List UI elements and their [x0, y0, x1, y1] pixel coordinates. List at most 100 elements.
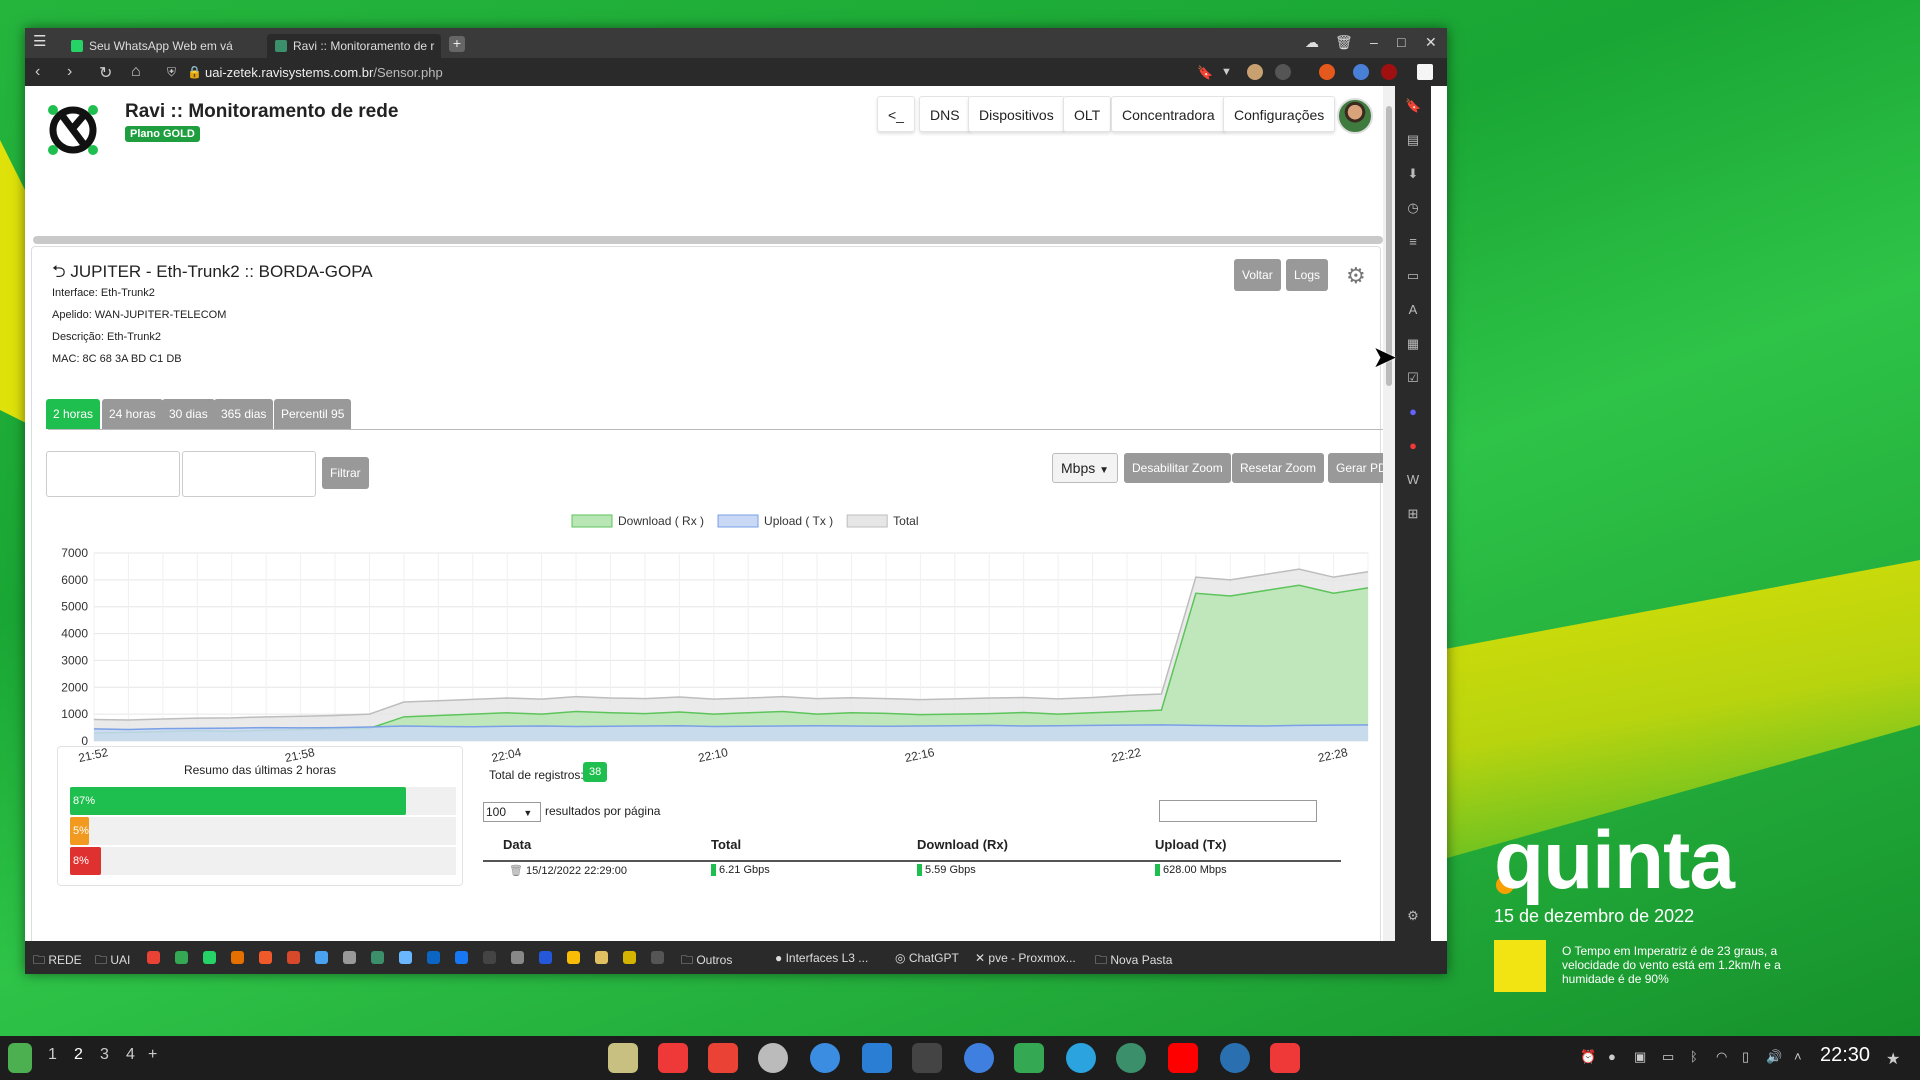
tab-365-dias[interactable]: 365 dias: [214, 399, 274, 429]
ravi-icon[interactable]: [1116, 1043, 1146, 1073]
workspace-1[interactable]: 1: [48, 1046, 57, 1064]
volume-icon[interactable]: 🔊: [1766, 1049, 1782, 1065]
disable-zoom-button[interactable]: Desabilitar Zoom: [1124, 453, 1231, 483]
telegram-icon[interactable]: [1066, 1043, 1096, 1073]
bookmark-icon[interactable]: [595, 951, 608, 964]
unit-select[interactable]: Mbps ▼: [1052, 453, 1118, 483]
linkedin-icon[interactable]: [427, 951, 440, 964]
reload-icon[interactable]: ↻: [99, 63, 112, 83]
star-icon[interactable]: ★: [1886, 1049, 1900, 1068]
bookmark-folder-uai[interactable]: 🗀 UAI: [95, 951, 130, 972]
add-panel-icon[interactable]: ⊞: [1405, 506, 1421, 522]
trash-icon[interactable]: 🗑: [1335, 34, 1353, 51]
bookmark-icon[interactable]: [315, 951, 328, 964]
clipboard-icon[interactable]: ▣: [1634, 1049, 1648, 1065]
tab-ravi[interactable]: Ravi :: Monitoramento de r: [267, 34, 441, 58]
tab-2-horas[interactable]: 2 horas: [46, 399, 101, 429]
bookmark-icon[interactable]: 🔖: [1197, 65, 1213, 81]
window-panel-icon[interactable]: ▭: [1405, 268, 1421, 284]
page-scrollbar[interactable]: [1383, 86, 1395, 941]
avatar[interactable]: [1337, 98, 1373, 134]
chevron-up-icon[interactable]: ˄: [1794, 1049, 1808, 1065]
vivaldi-icon[interactable]: [1270, 1043, 1300, 1073]
extension-icon[interactable]: [1381, 64, 1397, 80]
per-page-select[interactable]: 100 ▼: [483, 802, 541, 822]
profile-icon[interactable]: [1247, 64, 1263, 80]
app-icon[interactable]: [1220, 1043, 1250, 1073]
whatsapp-icon[interactable]: [203, 951, 216, 964]
gear-icon[interactable]: ⚙: [1346, 263, 1366, 289]
workspace-4[interactable]: 4: [126, 1046, 135, 1064]
bluetooth-icon[interactable]: ᛒ: [1690, 1049, 1704, 1065]
bookmark-icon[interactable]: [399, 951, 412, 964]
vivaldi-icon[interactable]: ●: [1405, 438, 1421, 454]
workspace-3[interactable]: 3: [100, 1046, 109, 1064]
alarm-icon[interactable]: ⏰: [1580, 1049, 1596, 1065]
gmail-icon[interactable]: [147, 951, 160, 964]
settings-icon[interactable]: ⚙: [1405, 908, 1421, 924]
column-download[interactable]: Download (Rx): [897, 830, 1135, 862]
bookmark-icon[interactable]: [259, 951, 272, 964]
vmware-icon[interactable]: [758, 1043, 788, 1073]
bookmark-proxmox[interactable]: ✕ pve - Proxmox...: [975, 951, 1076, 965]
wifi-icon[interactable]: ◠: [1716, 1049, 1730, 1065]
wikipedia-icon[interactable]: W: [1405, 472, 1421, 488]
vscode-icon[interactable]: [862, 1043, 892, 1073]
terminal-icon[interactable]: [912, 1043, 942, 1073]
bookmark-icon[interactable]: [623, 951, 636, 964]
bookmark-folder-outros[interactable]: 🗀 Outros: [681, 951, 732, 972]
extension-icon[interactable]: [1319, 64, 1335, 80]
bookmark-icon[interactable]: [511, 951, 524, 964]
drive-icon[interactable]: [1014, 1043, 1044, 1073]
downloads-icon[interactable]: ⬇: [1405, 166, 1421, 182]
facebook-icon[interactable]: [455, 951, 468, 964]
filtrar-button[interactable]: Filtrar: [322, 457, 369, 489]
bookmark-icon[interactable]: [539, 951, 552, 964]
terminal-button[interactable]: <_: [877, 96, 915, 132]
cloud-icon[interactable]: ☁: [1305, 34, 1319, 51]
bookmark-interfaces[interactable]: ● Interfaces L3 ...: [775, 951, 868, 965]
dns-button[interactable]: DNS: [919, 96, 971, 132]
tab-24-horas[interactable]: 24 horas: [102, 399, 163, 429]
vivaldi-icon[interactable]: [658, 1043, 688, 1073]
gerar-pdf-button[interactable]: Gerar PDF: [1328, 453, 1383, 483]
shield-icon[interactable]: ⛨: [167, 65, 176, 80]
bookmarks-panel-icon[interactable]: 🔖: [1405, 98, 1421, 114]
new-tab-button[interactable]: +: [449, 36, 465, 52]
files-icon[interactable]: [608, 1043, 638, 1073]
app-tray-icon[interactable]: ●: [1608, 1049, 1622, 1065]
proxmox-icon[interactable]: [231, 951, 244, 964]
tab-30-dias[interactable]: 30 dias: [162, 399, 215, 429]
app-icon[interactable]: [810, 1043, 840, 1073]
tab-percentil-95[interactable]: Percentil 95: [274, 399, 352, 429]
bookmark-icon[interactable]: [483, 951, 496, 964]
app-icon[interactable]: [964, 1043, 994, 1073]
reset-zoom-button[interactable]: Resetar Zoom: [1232, 453, 1325, 483]
add-workspace[interactable]: +: [148, 1046, 157, 1064]
ravi-icon[interactable]: [371, 951, 384, 964]
notes-icon[interactable]: ≡: [1405, 234, 1421, 250]
forward-icon[interactable]: ›: [67, 63, 72, 81]
storage-icon[interactable]: ▯: [1742, 1049, 1756, 1065]
bookmark-folder-rede[interactable]: 🗀 REDE: [33, 951, 82, 972]
voltar-button[interactable]: Voltar: [1234, 259, 1281, 291]
extension-icon[interactable]: [1353, 64, 1369, 80]
history-icon[interactable]: ◷: [1405, 200, 1421, 216]
concentradora-button[interactable]: Concentradora: [1111, 96, 1226, 132]
extension-icon[interactable]: [1275, 64, 1291, 80]
back-icon[interactable]: ‹: [35, 63, 40, 81]
start-date-input[interactable]: [46, 451, 180, 497]
translate-icon[interactable]: A: [1405, 302, 1421, 318]
minimize-icon[interactable]: –: [1370, 34, 1378, 50]
close-icon[interactable]: ✕: [1425, 34, 1437, 51]
google-icon[interactable]: [567, 951, 580, 964]
bookmark-icon[interactable]: [343, 951, 356, 964]
reading-list-icon[interactable]: ▤: [1405, 132, 1421, 148]
chevron-down-icon[interactable]: ▼: [1221, 66, 1232, 78]
home-icon[interactable]: ⌂: [131, 63, 141, 81]
trash-icon[interactable]: 🗑: [509, 865, 523, 877]
maximize-icon[interactable]: □: [1397, 34, 1405, 50]
column-upload[interactable]: Upload (Tx): [1135, 830, 1341, 862]
tab-whatsapp[interactable]: Seu WhatsApp Web em vá: [63, 34, 263, 58]
gmail-icon[interactable]: [708, 1043, 738, 1073]
